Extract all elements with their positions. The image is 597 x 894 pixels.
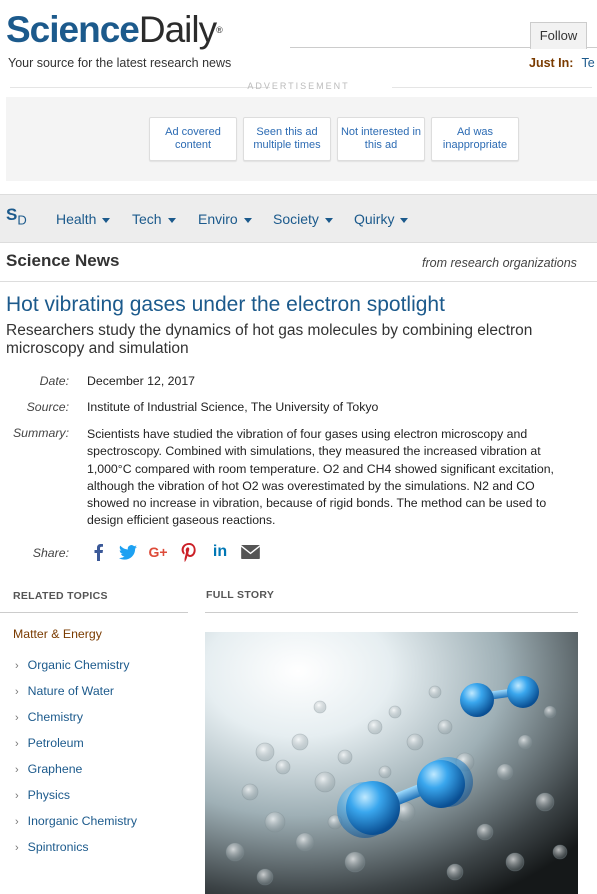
section-divider xyxy=(0,281,597,282)
just-in-link[interactable]: Te xyxy=(581,56,594,70)
nav-item-label: Enviro xyxy=(198,211,238,227)
chevron-down-icon xyxy=(324,217,333,223)
full-story-heading: FULL STORY xyxy=(206,589,275,601)
google-plus-icon[interactable]: G+ xyxy=(148,541,168,563)
facebook-icon[interactable] xyxy=(88,541,108,563)
related-topic-label: Graphene xyxy=(27,762,83,776)
related-topic-label: Petroleum xyxy=(27,736,84,750)
related-topic-nature-of-water[interactable]: › Nature of Water xyxy=(15,684,114,698)
article-date: December 12, 2017 xyxy=(87,374,196,388)
related-topic-inorganic-chemistry[interactable]: › Inorganic Chemistry xyxy=(15,814,137,828)
follow-button[interactable]: Follow xyxy=(530,22,587,49)
source-label: Source: xyxy=(26,400,69,414)
nav-logo-s: S xyxy=(6,205,18,224)
ad-seen-multiple-button[interactable]: Seen this ad multiple times xyxy=(243,117,331,161)
related-topic-petroleum[interactable]: › Petroleum xyxy=(15,736,84,750)
chevron-right-icon: › xyxy=(15,738,19,750)
chevron-right-icon: › xyxy=(15,842,19,854)
chevron-right-icon: › xyxy=(15,712,19,724)
just-in-ticker: Just In: Te xyxy=(529,56,595,70)
logo-science: Science xyxy=(6,9,140,50)
chevron-right-icon: › xyxy=(15,660,19,672)
logo-registered: ® xyxy=(216,25,223,35)
pinterest-icon[interactable] xyxy=(179,541,199,563)
logo-daily: Daily xyxy=(138,9,217,50)
ad-not-interested-button[interactable]: Not interested in this ad xyxy=(337,117,425,161)
section-title: Science News xyxy=(6,251,120,270)
site-logo[interactable]: ScienceDaily® xyxy=(6,9,223,50)
nav-item-quirky[interactable]: Quirky xyxy=(354,211,409,227)
chevron-right-icon: › xyxy=(15,764,19,776)
nav-home-logo[interactable]: SD xyxy=(6,205,27,227)
ad-inappropriate-button[interactable]: Ad was inappropriate xyxy=(431,117,519,161)
nav-item-label: Tech xyxy=(132,211,162,227)
ad-covered-content-button[interactable]: Ad covered content xyxy=(149,117,237,161)
linkedin-icon[interactable]: in xyxy=(210,541,230,563)
related-topic-label: Organic Chemistry xyxy=(27,658,130,672)
related-topic-spintronics[interactable]: › Spintronics xyxy=(15,840,89,854)
related-topic-label: Chemistry xyxy=(27,710,84,724)
related-topic-label: Physics xyxy=(27,788,71,802)
related-topics-heading: RELATED TOPICS xyxy=(13,590,108,602)
related-topic-physics[interactable]: › Physics xyxy=(15,788,70,802)
chevron-right-icon: › xyxy=(15,816,19,828)
chevron-right-icon: › xyxy=(15,686,19,698)
chevron-right-icon: › xyxy=(15,790,19,802)
nav-logo-d: D xyxy=(17,212,27,228)
nav-item-enviro[interactable]: Enviro xyxy=(198,211,252,227)
full-story-divider xyxy=(205,612,578,613)
section-subtitle: from research organizations xyxy=(422,256,577,270)
nav-item-label: Health xyxy=(56,211,97,227)
nav-item-label: Quirky xyxy=(354,211,395,227)
just-in-label: Just In: xyxy=(529,56,574,70)
related-topic-chemistry[interactable]: › Chemistry xyxy=(15,710,83,724)
chevron-down-icon xyxy=(400,217,409,223)
article-source: Institute of Industrial Science, The Uni… xyxy=(87,400,379,414)
related-topic-label: Inorganic Chemistry xyxy=(27,814,138,828)
article-subheadline: Researchers study the dynamics of hot ga… xyxy=(6,322,533,357)
article-headline: Hot vibrating gases under the electron s… xyxy=(6,293,445,316)
story-image xyxy=(205,632,578,894)
related-topic-label: Spintronics xyxy=(27,840,89,854)
nav-item-society[interactable]: Society xyxy=(273,211,333,227)
share-label: Share: xyxy=(32,546,69,560)
email-icon[interactable] xyxy=(240,541,260,563)
chevron-down-icon xyxy=(243,217,252,223)
nav-item-health[interactable]: Health xyxy=(56,211,111,227)
chevron-down-icon xyxy=(167,217,176,223)
advertisement-label: ADVERTISEMENT xyxy=(247,81,350,91)
related-divider xyxy=(0,612,188,613)
related-topic-label: Nature of Water xyxy=(27,684,115,698)
related-topic-graphene[interactable]: › Graphene xyxy=(15,762,82,776)
chevron-down-icon xyxy=(102,217,111,223)
summary-label: Summary: xyxy=(12,426,69,440)
related-category: Matter & Energy xyxy=(13,627,102,641)
date-label: Date: xyxy=(39,374,69,388)
twitter-icon[interactable] xyxy=(118,541,138,563)
article-summary: Scientists have studied the vibration of… xyxy=(87,427,554,528)
nav-item-tech[interactable]: Tech xyxy=(132,211,176,227)
site-tagline: Your source for the latest research news xyxy=(8,56,232,70)
nav-item-label: Society xyxy=(273,211,319,227)
related-topic-organic-chemistry[interactable]: › Organic Chemistry xyxy=(15,658,130,672)
